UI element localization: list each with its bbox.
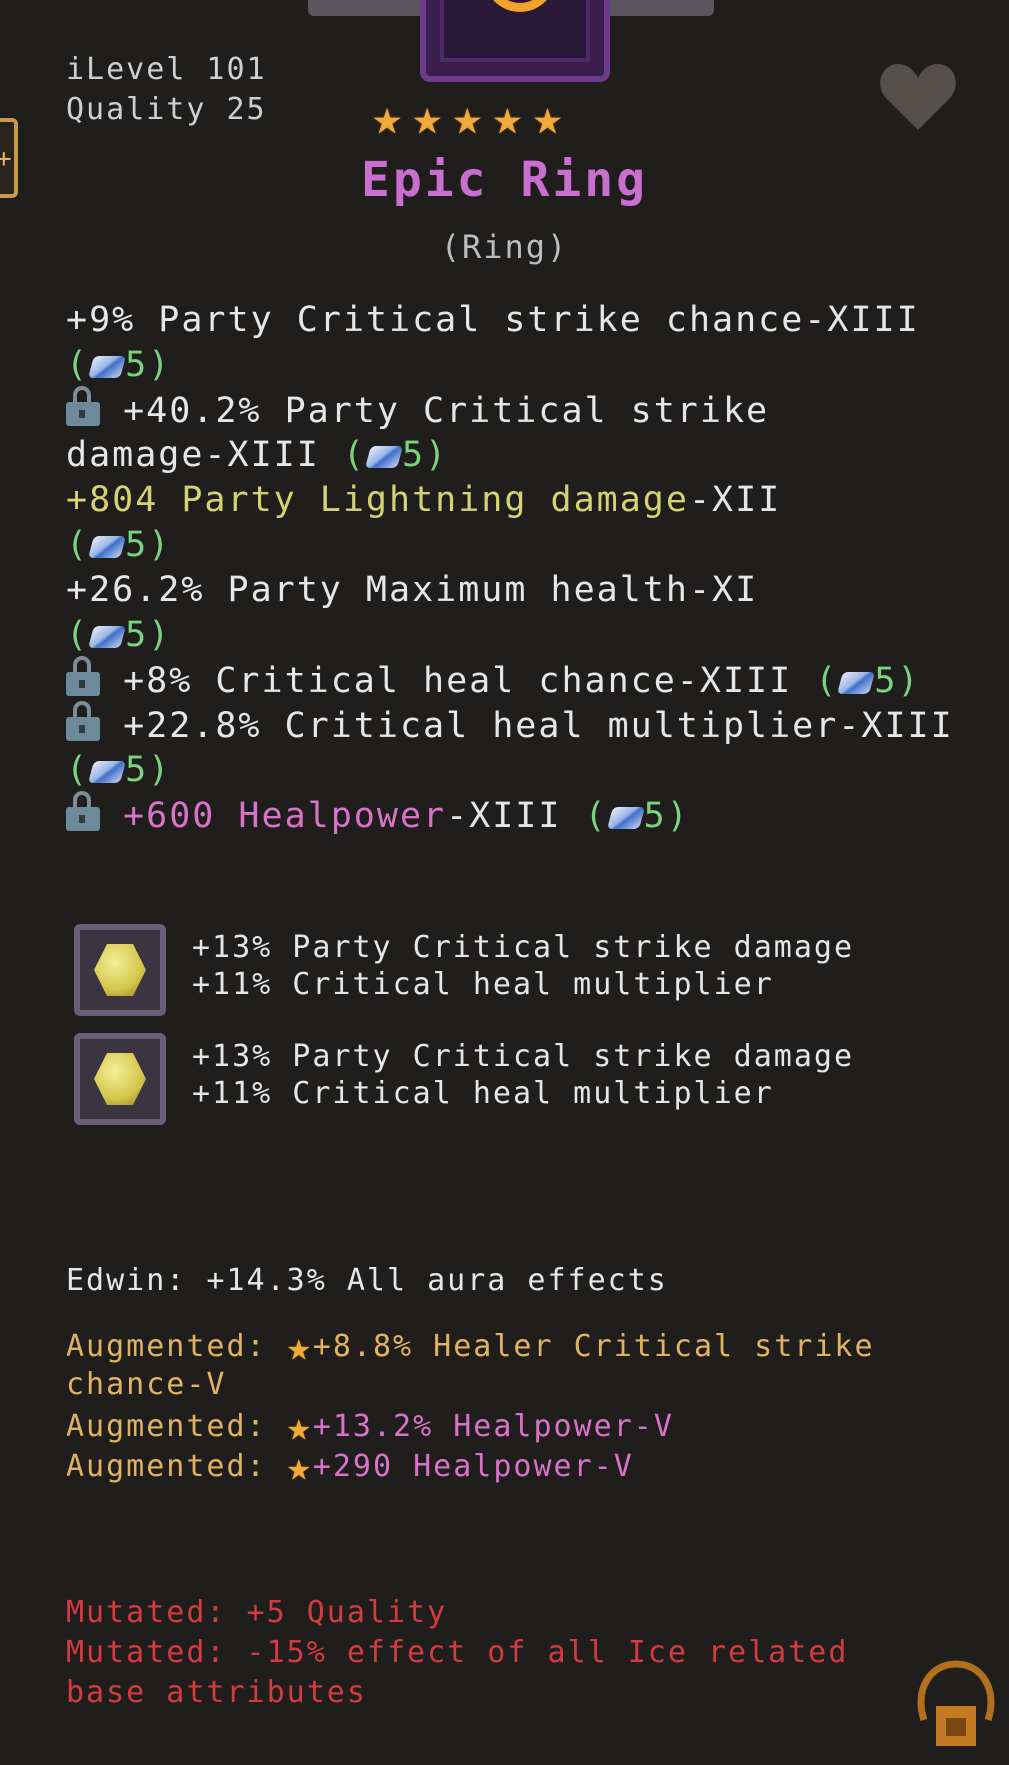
stat-line: +22.8% Critical heal multiplier-XIII: [66, 701, 954, 749]
lock-icon[interactable]: [66, 386, 100, 426]
gem-socket[interactable]: [74, 924, 166, 1016]
rune-gem-icon: [88, 626, 127, 648]
augment-line-cont: chance-V: [66, 1367, 227, 1402]
aura-effect: Edwin: +14.3% All aura effects: [66, 1263, 668, 1298]
stat-text: -XII: [688, 480, 782, 520]
stat-text: (: [66, 525, 90, 565]
augment-value: +8.8% Healer Critical strike: [312, 1329, 875, 1364]
stat-line: damage-XIII (5): [66, 433, 448, 478]
yellow-socket-gem-icon: [94, 944, 146, 996]
star-icon: ★: [532, 88, 563, 146]
stat-text: +9% Party Critical strike chance-XIII: [66, 300, 920, 340]
stat-line: (5): [66, 748, 171, 793]
gem-stat-line: +13% Party Critical strike damage: [192, 930, 855, 965]
lock-icon[interactable]: [66, 791, 100, 831]
yellow-socket-gem-icon: [94, 1053, 146, 1105]
gem-stat-line: +11% Critical heal multiplier: [192, 1076, 774, 1111]
heart-icon[interactable]: [880, 60, 956, 132]
item-type: (Ring): [440, 228, 569, 266]
augment-value: +13.2% Healpower-V: [312, 1409, 674, 1444]
item-level: iLevel 101: [66, 52, 267, 87]
augment-line: Augmented: ★+290 Healpower-V: [66, 1442, 634, 1492]
item-icon-frame: [420, 0, 610, 82]
rune-gem-icon: [88, 536, 127, 558]
stat-text: +26.2% Party Maximum health-XI: [66, 570, 759, 610]
stat-text: 5): [125, 345, 172, 385]
rune-gem-icon: [88, 761, 127, 783]
item-frame-wing-left: [308, 0, 426, 16]
stat-text: 5): [125, 615, 172, 655]
stat-text: 5): [125, 525, 172, 565]
stat-text: 5): [643, 796, 690, 836]
stat-text: (: [66, 750, 90, 790]
stat-text: +22.8% Critical heal multiplier-XIII: [123, 706, 954, 746]
rune-gem-icon: [606, 807, 645, 829]
star-icon: ★: [372, 88, 403, 146]
gem-stat-line: +11% Critical heal multiplier: [192, 967, 774, 1002]
star-icon: ★: [412, 88, 443, 146]
stat-text: (: [66, 615, 90, 655]
item-quality: Quality 25: [66, 92, 267, 127]
stat-line: (5): [66, 613, 171, 658]
stat-text: +40.2% Party Critical strike: [123, 391, 770, 431]
stat-text: 5): [874, 661, 921, 701]
mutation-line-cont: base attributes: [66, 1675, 367, 1710]
lock-icon[interactable]: [66, 701, 100, 741]
stat-text: 5): [401, 435, 449, 475]
star-icon: ★: [452, 88, 483, 146]
stat-text: 5): [125, 750, 172, 790]
mutation-line: Mutated: -15% effect of all Ice related: [66, 1635, 849, 1670]
stat-text: damage-XIII: [66, 435, 343, 475]
stat-text: +600 Healpower: [123, 796, 447, 836]
mutation-line: Mutated: +5 Quality: [66, 1595, 448, 1630]
stat-line: +40.2% Party Critical strike: [66, 386, 770, 434]
augment-label: Augmented:: [66, 1409, 267, 1444]
rune-gem-icon: [88, 356, 127, 378]
star-icon: ★: [286, 1324, 313, 1370]
rune-gem-icon: [837, 672, 876, 694]
gem-socket[interactable]: [74, 1033, 166, 1125]
stat-text: (: [66, 345, 90, 385]
star-icon: ★: [286, 1444, 313, 1490]
bag-icon[interactable]: [910, 1650, 1002, 1750]
quality-stars: ★ ★ ★ ★ ★: [372, 92, 563, 142]
lock-icon[interactable]: [66, 656, 100, 696]
item-name: Epic Ring: [360, 152, 649, 208]
stat-line: (5): [66, 523, 171, 568]
augment-label: Augmented:: [66, 1329, 267, 1364]
rune-gem-icon: [365, 446, 403, 468]
ring-icon: [484, 0, 556, 12]
stat-text: (: [815, 661, 839, 701]
stat-text: (: [584, 796, 608, 836]
item-frame-wing-right: [604, 0, 714, 16]
stat-line: +26.2% Party Maximum health-XI: [66, 568, 758, 613]
stat-text: (: [342, 435, 366, 475]
stat-text: +8% Critical heal chance-XIII: [123, 661, 816, 701]
gem-stat-line: +13% Party Critical strike damage: [192, 1039, 855, 1074]
stat-line: +804 Party Lightning damage-XII: [66, 478, 781, 523]
stat-text: +804 Party Lightning damage: [66, 480, 689, 520]
stat-line: +9% Party Critical strike chance-XIII: [66, 298, 920, 343]
star-icon: ★: [492, 88, 523, 146]
stat-line: +8% Critical heal chance-XIII (5): [66, 656, 921, 704]
stat-line: (5): [66, 343, 171, 388]
augment-value: +290 Healpower-V: [312, 1449, 634, 1484]
stat-line: +600 Healpower-XIII (5): [66, 791, 690, 839]
stat-text: -XIII: [446, 796, 585, 836]
augment-label: Augmented:: [66, 1449, 267, 1484]
